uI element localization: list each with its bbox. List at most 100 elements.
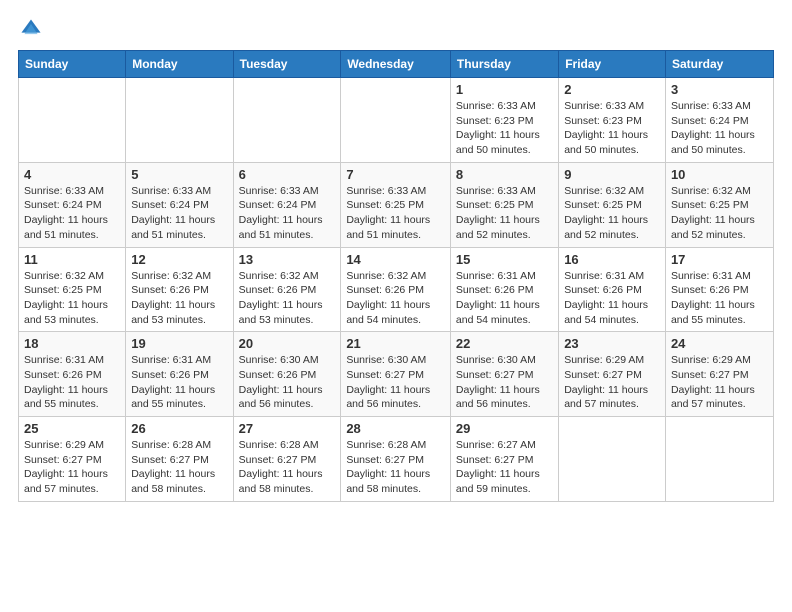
day-number: 2	[564, 82, 660, 97]
calendar-cell: 26Sunrise: 6:28 AMSunset: 6:27 PMDayligh…	[126, 417, 233, 502]
day-number: 9	[564, 167, 660, 182]
day-number: 22	[456, 336, 553, 351]
day-info: Sunrise: 6:33 AMSunset: 6:24 PMDaylight:…	[131, 184, 227, 243]
day-number: 10	[671, 167, 768, 182]
calendar-cell	[559, 417, 666, 502]
calendar-cell: 9 Sunrise: 6:32 AMSunset: 6:25 PMDaylight…	[559, 162, 666, 247]
day-number: 11	[24, 252, 120, 267]
day-number: 19	[131, 336, 227, 351]
day-number: 18	[24, 336, 120, 351]
calendar-cell: 17 Sunrise: 6:31 AMSunset: 6:26 PMDayligh…	[665, 247, 773, 332]
weekday-header-tuesday: Tuesday	[233, 51, 341, 78]
day-info: Sunrise: 6:31 AMSunset: 6:26 PMDaylight:…	[24, 353, 120, 412]
calendar-week-4: 25 Sunrise: 6:29 AMSunset: 6:27 PMDayligh…	[19, 417, 774, 502]
day-number: 14	[346, 252, 445, 267]
calendar-cell: 11 Sunrise: 6:32 AMSunset: 6:25 PMDayligh…	[19, 247, 126, 332]
day-info: Sunrise: 6:31 AMSunset: 6:26 PMDaylight:…	[671, 269, 768, 328]
day-info: Sunrise: 6:27 AMSunset: 6:27 PMDaylight:…	[456, 438, 553, 497]
calendar-cell: 15Sunrise: 6:31 AMSunset: 6:26 PMDayligh…	[450, 247, 558, 332]
calendar-cell: 4 Sunrise: 6:33 AMSunset: 6:24 PMDaylight…	[19, 162, 126, 247]
calendar-cell: 16 Sunrise: 6:31 AMSunset: 6:26 PMDayligh…	[559, 247, 666, 332]
day-info: Sunrise: 6:31 AMSunset: 6:26 PMDaylight:…	[131, 353, 227, 412]
calendar-week-1: 4 Sunrise: 6:33 AMSunset: 6:24 PMDaylight…	[19, 162, 774, 247]
weekday-header-wednesday: Wednesday	[341, 51, 451, 78]
day-info: Sunrise: 6:29 AMSunset: 6:27 PMDaylight:…	[24, 438, 120, 497]
day-number: 28	[346, 421, 445, 436]
day-info: Sunrise: 6:32 AMSunset: 6:26 PMDaylight:…	[131, 269, 227, 328]
page: SundayMondayTuesdayWednesdayThursdayFrid…	[0, 0, 792, 612]
logo	[18, 18, 44, 40]
day-number: 7	[346, 167, 445, 182]
day-info: Sunrise: 6:32 AMSunset: 6:26 PMDaylight:…	[239, 269, 336, 328]
day-number: 5	[131, 167, 227, 182]
calendar-cell: 18 Sunrise: 6:31 AMSunset: 6:26 PMDayligh…	[19, 332, 126, 417]
calendar-cell	[665, 417, 773, 502]
day-number: 6	[239, 167, 336, 182]
day-number: 16	[564, 252, 660, 267]
day-number: 20	[239, 336, 336, 351]
weekday-header-thursday: Thursday	[450, 51, 558, 78]
calendar-cell: 25 Sunrise: 6:29 AMSunset: 6:27 PMDayligh…	[19, 417, 126, 502]
calendar-cell: 27Sunrise: 6:28 AMSunset: 6:27 PMDayligh…	[233, 417, 341, 502]
day-number: 25	[24, 421, 120, 436]
calendar-cell: 28 Sunrise: 6:28 AMSunset: 6:27 PMDayligh…	[341, 417, 451, 502]
calendar-cell: 13 Sunrise: 6:32 AMSunset: 6:26 PMDayligh…	[233, 247, 341, 332]
calendar-cell: 2Sunrise: 6:33 AMSunset: 6:23 PMDaylight…	[559, 78, 666, 163]
calendar-cell: 3 Sunrise: 6:33 AMSunset: 6:24 PMDaylight…	[665, 78, 773, 163]
weekday-header-monday: Monday	[126, 51, 233, 78]
calendar-cell: 19 Sunrise: 6:31 AMSunset: 6:26 PMDayligh…	[126, 332, 233, 417]
day-number: 23	[564, 336, 660, 351]
calendar-week-0: 1 Sunrise: 6:33 AMSunset: 6:23 PMDaylight…	[19, 78, 774, 163]
calendar-cell	[19, 78, 126, 163]
calendar-cell: 20 Sunrise: 6:30 AMSunset: 6:26 PMDayligh…	[233, 332, 341, 417]
weekday-header-sunday: Sunday	[19, 51, 126, 78]
calendar-cell: 10 Sunrise: 6:32 AMSunset: 6:25 PMDayligh…	[665, 162, 773, 247]
day-info: Sunrise: 6:30 AMSunset: 6:27 PMDaylight:…	[346, 353, 445, 412]
day-info: Sunrise: 6:30 AMSunset: 6:26 PMDaylight:…	[239, 353, 336, 412]
day-info: Sunrise: 6:29 AMSunset: 6:27 PMDaylight:…	[671, 353, 768, 412]
day-info: Sunrise: 6:31 AMSunset: 6:26 PMDaylight:…	[564, 269, 660, 328]
header	[18, 18, 774, 40]
calendar-cell	[341, 78, 451, 163]
calendar-cell: 21 Sunrise: 6:30 AMSunset: 6:27 PMDayligh…	[341, 332, 451, 417]
day-info: Sunrise: 6:31 AMSunset: 6:26 PMDaylight:…	[456, 269, 553, 328]
calendar-cell: 22 Sunrise: 6:30 AMSunset: 6:27 PMDayligh…	[450, 332, 558, 417]
calendar-cell: 6Sunrise: 6:33 AMSunset: 6:24 PMDaylight…	[233, 162, 341, 247]
weekday-header-friday: Friday	[559, 51, 666, 78]
calendar-cell: 1 Sunrise: 6:33 AMSunset: 6:23 PMDaylight…	[450, 78, 558, 163]
day-number: 8	[456, 167, 553, 182]
calendar-week-3: 18 Sunrise: 6:31 AMSunset: 6:26 PMDayligh…	[19, 332, 774, 417]
day-info: Sunrise: 6:29 AMSunset: 6:27 PMDaylight:…	[564, 353, 660, 412]
weekday-header-saturday: Saturday	[665, 51, 773, 78]
day-info: Sunrise: 6:33 AMSunset: 6:25 PMDaylight:…	[456, 184, 553, 243]
day-number: 1	[456, 82, 553, 97]
day-info: Sunrise: 6:28 AMSunset: 6:27 PMDaylight:…	[346, 438, 445, 497]
day-info: Sunrise: 6:33 AMSunset: 6:25 PMDaylight:…	[346, 184, 445, 243]
day-number: 21	[346, 336, 445, 351]
day-number: 3	[671, 82, 768, 97]
day-info: Sunrise: 6:33 AMSunset: 6:24 PMDaylight:…	[24, 184, 120, 243]
calendar-cell	[233, 78, 341, 163]
day-number: 17	[671, 252, 768, 267]
calendar-week-2: 11 Sunrise: 6:32 AMSunset: 6:25 PMDayligh…	[19, 247, 774, 332]
day-number: 24	[671, 336, 768, 351]
calendar-cell: 8 Sunrise: 6:33 AMSunset: 6:25 PMDaylight…	[450, 162, 558, 247]
calendar-cell	[126, 78, 233, 163]
day-info: Sunrise: 6:32 AMSunset: 6:25 PMDaylight:…	[564, 184, 660, 243]
calendar-cell: 7 Sunrise: 6:33 AMSunset: 6:25 PMDaylight…	[341, 162, 451, 247]
day-info: Sunrise: 6:32 AMSunset: 6:26 PMDaylight:…	[346, 269, 445, 328]
calendar-cell: 29Sunrise: 6:27 AMSunset: 6:27 PMDayligh…	[450, 417, 558, 502]
day-number: 4	[24, 167, 120, 182]
day-info: Sunrise: 6:33 AMSunset: 6:24 PMDaylight:…	[671, 99, 768, 158]
day-info: Sunrise: 6:33 AMSunset: 6:23 PMDaylight:…	[456, 99, 553, 158]
calendar-cell: 14 Sunrise: 6:32 AMSunset: 6:26 PMDayligh…	[341, 247, 451, 332]
day-info: Sunrise: 6:32 AMSunset: 6:25 PMDaylight:…	[671, 184, 768, 243]
logo-icon	[20, 18, 42, 40]
day-number: 27	[239, 421, 336, 436]
calendar-cell: 12Sunrise: 6:32 AMSunset: 6:26 PMDayligh…	[126, 247, 233, 332]
calendar-cell: 24 Sunrise: 6:29 AMSunset: 6:27 PMDayligh…	[665, 332, 773, 417]
day-number: 26	[131, 421, 227, 436]
day-number: 13	[239, 252, 336, 267]
day-info: Sunrise: 6:30 AMSunset: 6:27 PMDaylight:…	[456, 353, 553, 412]
day-info: Sunrise: 6:32 AMSunset: 6:25 PMDaylight:…	[24, 269, 120, 328]
